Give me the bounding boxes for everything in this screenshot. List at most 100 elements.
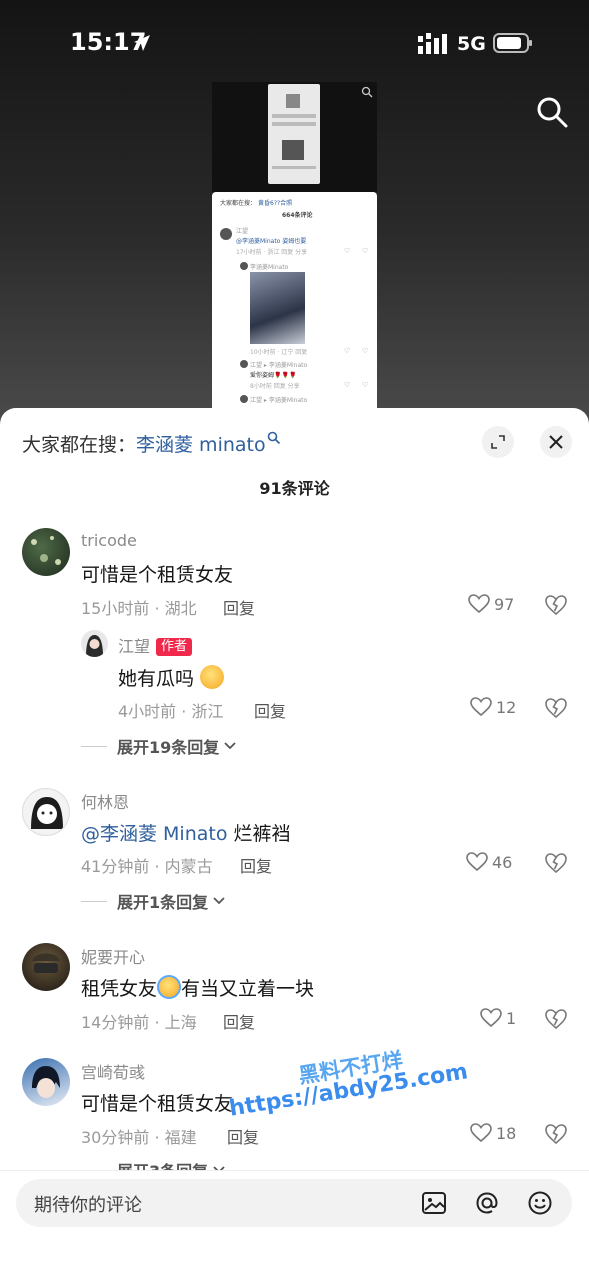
avatar[interactable] [22,788,70,836]
dislike-icon[interactable] [544,1008,568,1030]
expand-replies-label: 展开19条回复 [117,738,220,757]
embedded-dislike-icon: ♡ [362,347,369,355]
expand-button[interactable] [482,426,514,458]
reply-username-text: 江望 [118,637,151,656]
search-suggestion-icon [267,431,280,445]
reply-button[interactable]: 回复 [240,853,272,877]
comment-input[interactable]: 期待你的评论 [16,1179,572,1227]
embedded-avatar [240,395,248,403]
avatar[interactable] [81,630,108,657]
like-button[interactable]: 12 [470,697,516,717]
expand-replies-button[interactable]: 展开1条回复 [81,889,226,913]
cellular-signal-icon [418,33,447,54]
embedded-username: 江望 [236,228,249,235]
embedded-username: 李涵菱Minato [250,264,289,271]
face-emoji-icon [200,665,225,689]
comment-username[interactable]: 何林恩 [81,789,129,813]
comment-time-location: 30分钟前 · 福建 [81,1128,197,1147]
author-badge: 作者 [156,638,193,656]
heart-icon [470,1123,492,1143]
status-bar: 15:17 5G [0,0,589,88]
heart-icon [466,852,488,872]
comment-time-location: 41分钟前 · 内蒙古 [81,857,213,876]
crying-laughing-emoji-icon [157,975,182,999]
like-count: 97 [494,594,515,614]
comment-sheet: 大家都在搜：李涵菱 minato 91条评论 tricode 可惜是个租赁女友 … [0,408,589,1280]
reply-button[interactable]: 回复 [223,1009,255,1033]
embedded-username: 江望 ▸ 李涵菱Minato [250,362,308,369]
heart-icon [470,697,492,717]
emoji-icon[interactable] [527,1190,553,1216]
embedded-username: 江望 ▸ 李涵菱Minato [250,397,308,404]
reply-time-location: 4小时前 · 浙江 [118,702,224,721]
embedded-avatar [220,228,232,240]
comment-text: 租凭女友 有当又立着一块 [81,974,314,1001]
like-button[interactable]: 1 [480,1008,516,1028]
close-icon [549,435,563,449]
expand-replies-label: 展开1条回复 [117,893,209,912]
location-arrow-icon [134,35,150,51]
close-button[interactable] [540,426,572,458]
avatar[interactable] [22,943,70,991]
dislike-icon[interactable] [544,697,568,719]
avatar-image [86,635,103,657]
reply-text: 她有瓜吗 [118,664,225,691]
heart-icon [480,1008,502,1028]
like-count: 12 [496,697,517,717]
embedded-dislike-icon: ♡ [362,247,369,255]
like-button[interactable]: 97 [468,594,514,614]
comment-time-location: 15小时前 · 湖北 [81,599,197,618]
dislike-icon[interactable] [544,852,568,874]
avatar-image [32,953,60,973]
embedded-dislike-icon: ♡ [362,381,369,389]
embedded-comment-text: @李涵菱Minato 姿姆也要 [236,238,307,245]
comment-username[interactable]: tricode [81,531,137,550]
reply-button[interactable]: 回复 [227,1124,259,1148]
embedded-comment-text: 爱你姿姆🌹🌹🌹 [250,372,297,379]
reply-username[interactable]: 江望 作者 [118,633,193,657]
embedded-comment-meta: 8小时前 回复 分享 [250,383,300,390]
expand-icon [491,435,505,449]
video-area[interactable]: 15:17 5G 大家都在搜： 黄昏6??合照 664条评论 江望 @李涵菱Mi… [0,0,589,420]
search-suggestion[interactable]: 大家都在搜：李涵菱 minato [22,430,281,457]
avatar[interactable] [22,528,70,576]
comment-input-bar: 期待你的评论 [0,1170,589,1280]
embedded-comment-count: 664条评论 [282,212,313,219]
avatar[interactable] [22,1058,70,1106]
mention-link[interactable]: @李涵菱 Minato [81,823,227,845]
dislike-icon[interactable] [544,1123,568,1145]
chevron-down-icon [224,742,236,750]
dislike-icon[interactable] [544,594,568,616]
comment-text-content: 烂裤裆 [227,823,291,845]
reply-button[interactable]: 回复 [223,595,255,619]
embedded-heart-icon: ♡ [344,247,351,255]
comment-input-placeholder: 期待你的评论 [34,1195,142,1216]
like-button[interactable]: 46 [466,852,512,872]
embedded-search-prefix: 大家都在搜： [220,200,257,207]
embedded-photo [250,272,305,344]
embedded-search-keyword: 黄昏6??合照 [258,200,293,207]
search-suggestion-prefix: 大家都在搜： [22,434,137,456]
embedded-heart-icon: ♡ [344,347,351,355]
heart-icon [468,594,490,614]
comment-time-location: 14分钟前 · 上海 [81,1013,197,1032]
search-suggestion-keyword[interactable]: 李涵菱 minato [136,434,266,456]
avatar-image [31,536,61,565]
mention-at-icon[interactable] [474,1190,500,1216]
like-button[interactable]: 18 [470,1123,516,1143]
comment-username[interactable]: 妮要开心 [81,944,145,968]
search-icon[interactable] [535,95,569,129]
avatar-image [32,1066,60,1098]
image-icon[interactable] [421,1190,447,1216]
comment-text: 可惜是个租赁女友 [81,564,234,586]
divider-line [81,745,107,747]
embedded-avatar [240,360,248,368]
comment-username[interactable]: 宫崎荀彧 [81,1059,145,1083]
reply-button[interactable]: 回复 [254,698,286,722]
embedded-comment-meta: 17小时前 · 浙江 回复 分享 [236,249,308,256]
network-type: 5G [457,33,486,55]
comment-text: 可惜是个租赁女友 [81,1093,234,1115]
expand-replies-button[interactable]: 展开19条回复 [81,734,237,758]
like-count: 1 [506,1008,517,1028]
like-count: 18 [496,1123,517,1143]
